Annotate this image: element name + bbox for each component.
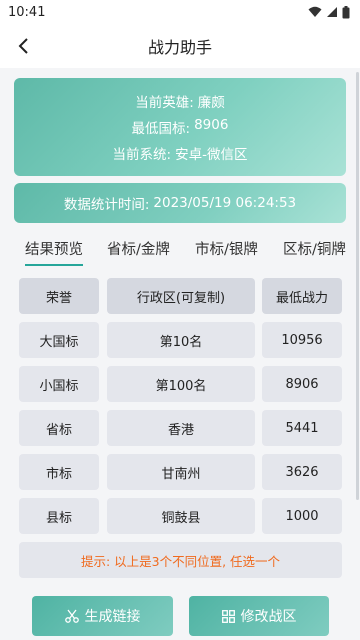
edit-region-button[interactable]: 修改战区 <box>189 596 329 636</box>
signal-icon <box>327 7 337 17</box>
table-row-power: 3626 <box>262 454 342 490</box>
header-region: 行政区(可复制) <box>107 278 255 314</box>
hero-info-card: 当前英雄: 廉颇 最低国标: 8906 当前系统: 安卓-微信区 <box>14 78 346 176</box>
current-hero-label: 当前英雄: <box>135 95 194 111</box>
table-row-region[interactable]: 甘南州 <box>107 454 255 490</box>
tip-message: 提示: 以上是3个不同位置, 任选一个 <box>19 542 342 578</box>
edit-region-label: 修改战区 <box>240 609 297 625</box>
battery-icon <box>342 5 350 18</box>
generate-link-button[interactable]: 生成链接 <box>32 596 173 636</box>
table-row-power: 5441 <box>262 410 342 446</box>
scrollbar[interactable] <box>356 72 359 500</box>
scissors-icon <box>64 609 79 623</box>
table-row-honor: 大国标 <box>19 322 99 358</box>
wifi-icon <box>308 6 322 17</box>
table-row-region[interactable]: 第100名 <box>107 366 255 402</box>
table-row-honor: 市标 <box>19 454 99 490</box>
min-national-value: 8906 <box>194 117 229 133</box>
tab-province-gold[interactable]: 省标/金牌 <box>107 230 170 266</box>
status-bar: 10:41 <box>0 0 360 24</box>
current-hero-value: 廉颇 <box>197 95 225 111</box>
back-button[interactable] <box>10 32 38 60</box>
stats-time-card: 数据统计时间: 2023/05/19 06:24:53 <box>14 183 346 223</box>
table-row-region[interactable]: 香港 <box>107 410 255 446</box>
stats-time-value: 2023/05/19 06:24:53 <box>153 195 297 211</box>
app-bar: 战力助手 <box>0 24 360 68</box>
tab-result-preview[interactable]: 结果预览 <box>25 230 83 266</box>
tab-city-silver[interactable]: 市标/银牌 <box>195 230 258 266</box>
stats-time-label: 数据统计时间: <box>63 197 150 213</box>
current-hero-line: 当前英雄: 廉颇 <box>14 91 346 111</box>
generate-link-label: 生成链接 <box>84 609 141 625</box>
current-system-label: 当前系统: <box>112 147 172 163</box>
back-arrow-icon <box>18 38 28 54</box>
table-row-power: 1000 <box>262 498 342 534</box>
header-min-power: 最低战力 <box>262 278 342 314</box>
current-system-value: 安卓-微信区 <box>175 147 248 163</box>
tab-district-bronze[interactable]: 区标/铜牌 <box>283 230 346 266</box>
table-row-honor: 省标 <box>19 410 99 446</box>
status-time: 10:41 <box>8 4 46 20</box>
table-row-region[interactable]: 铜鼓县 <box>107 498 255 534</box>
table-row-power: 10956 <box>262 322 342 358</box>
table-row-power: 8906 <box>262 366 342 402</box>
table-row-region[interactable]: 第10名 <box>107 322 255 358</box>
table-row-honor: 县标 <box>19 498 99 534</box>
min-national-label: 最低国标: <box>131 121 191 137</box>
grid-icon <box>221 609 235 623</box>
min-national-line: 最低国标: 8906 <box>14 117 346 137</box>
tab-bar: 结果预览 省标/金牌 市标/银牌 区标/铜牌 <box>0 228 360 268</box>
header-honor: 荣誉 <box>19 278 99 314</box>
current-system-line: 当前系统: 安卓-微信区 <box>14 143 346 163</box>
status-icons <box>308 5 350 19</box>
page-title: 战力助手 <box>147 38 212 57</box>
table-row-honor: 小国标 <box>19 366 99 402</box>
